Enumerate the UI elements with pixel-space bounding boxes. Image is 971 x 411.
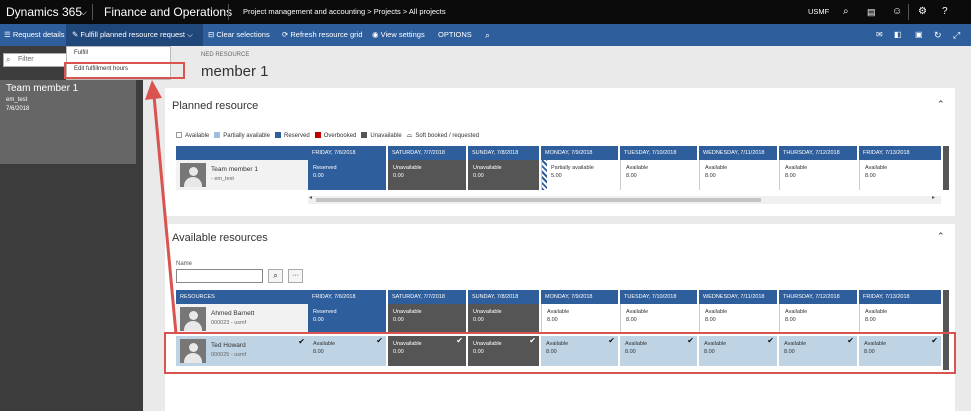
arrow-shaft — [152, 95, 178, 335]
arrow-head — [145, 80, 162, 100]
annotation-arrow — [145, 80, 178, 335]
